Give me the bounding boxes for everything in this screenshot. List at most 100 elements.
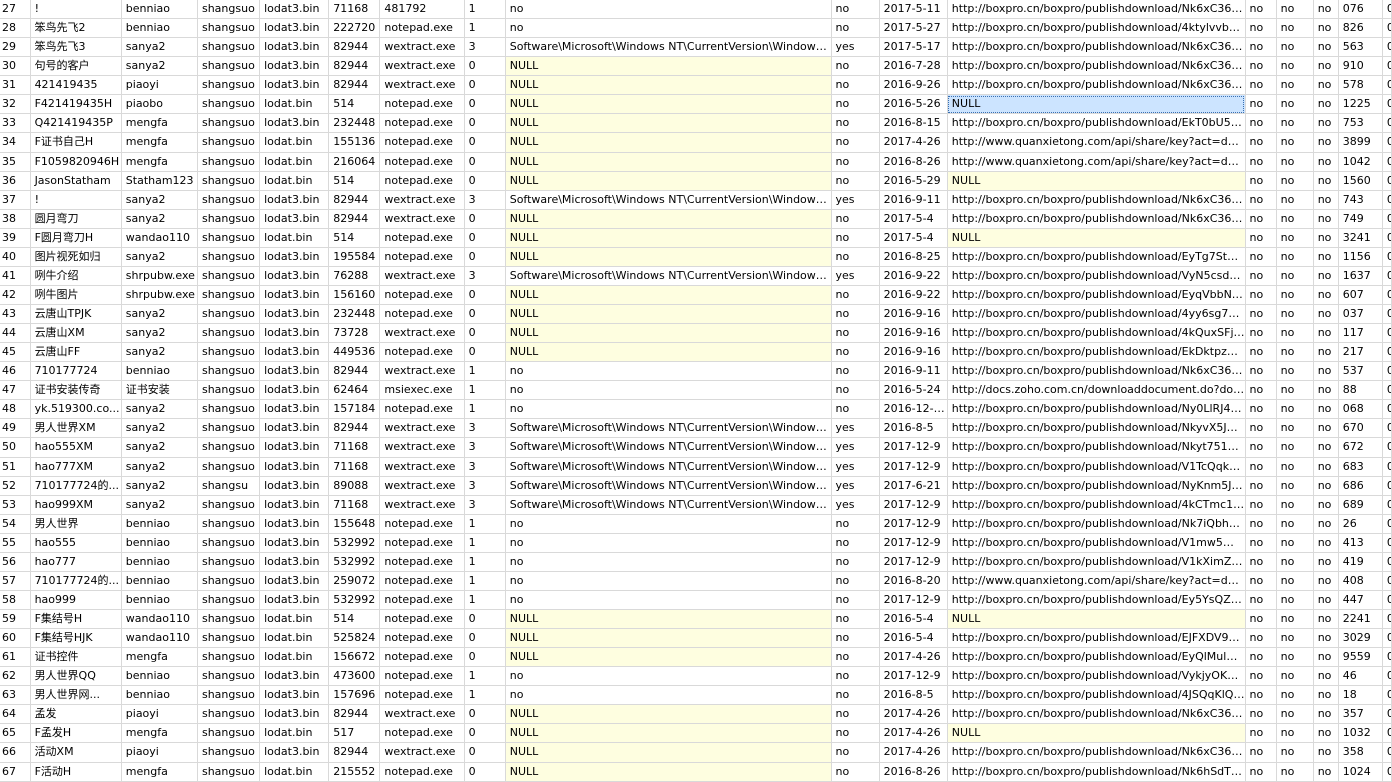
cell-user[interactable]: benniao (121, 18, 198, 39)
cell-extra[interactable]: 0 (1382, 380, 1392, 401)
cell-download-url[interactable]: http://boxpro.cn/boxpro/publishdownload/… (947, 399, 1246, 420)
table-row[interactable]: 56 hao777 benniao shangsuo lodat3.bin 532992 n… (0, 552, 1392, 572)
cell-date[interactable]: 2016-9-16 (879, 304, 948, 325)
cell-opt-c[interactable]: no (1313, 533, 1339, 553)
cell-size[interactable]: 449536 (328, 342, 381, 363)
cell-autorun[interactable]: no (831, 361, 880, 382)
cell-registry-key[interactable]: NULL (505, 152, 832, 172)
cell-autorun[interactable]: yes (831, 457, 880, 477)
cell-registry-key[interactable]: NULL (505, 171, 832, 191)
cell-extra[interactable]: 0 (1382, 247, 1392, 267)
cell-opt-b[interactable]: no (1276, 132, 1314, 153)
cell-count[interactable]: 537 (1338, 361, 1383, 382)
cell-user[interactable]: shrpubw.exe (121, 285, 198, 306)
cell-opt-b[interactable]: no (1276, 514, 1314, 534)
cell-group[interactable]: shangsuo (197, 514, 261, 534)
cell-opt-c[interactable]: no (1313, 437, 1339, 458)
cell-size[interactable]: 62464 (328, 380, 381, 401)
cell-user[interactable]: mengfa (121, 647, 198, 668)
cell-size[interactable]: 215552 (328, 762, 381, 782)
cell-size[interactable]: 82944 (328, 418, 381, 439)
cell-flag[interactable]: 0 (464, 647, 506, 668)
cell-registry-key[interactable]: Software\Microsoft\Windows NT\CurrentVer… (505, 418, 832, 439)
cell-opt-a[interactable]: no (1245, 628, 1277, 649)
cell-process[interactable]: notepad.exe (379, 685, 465, 706)
cell-opt-b[interactable]: no (1276, 247, 1314, 267)
cell-group[interactable]: shangsuo (197, 75, 261, 96)
cell-registry-key[interactable]: no (505, 514, 832, 534)
cell-autorun[interactable]: no (831, 762, 880, 782)
cell-file[interactable]: lodat3.bin (259, 533, 330, 553)
cell-autorun[interactable]: no (831, 399, 880, 420)
cell-process[interactable]: notepad.exe (379, 304, 465, 325)
cell-group[interactable]: shangsuo (197, 323, 261, 344)
cell-date[interactable]: 2016-5-26 (879, 94, 948, 115)
cell-opt-c[interactable]: no (1313, 514, 1339, 534)
cell-user[interactable]: piaoyi (121, 75, 198, 96)
table-row[interactable]: 61 证书控件 mengfa shangsuo lodat.bin 156672 notep… (0, 647, 1392, 668)
cell-count[interactable]: 1560 (1338, 171, 1383, 191)
table-row[interactable]: 54 男人世界 benniao shangsuo lodat3.bin 155648 not… (0, 514, 1392, 534)
cell-autorun[interactable]: no (831, 132, 880, 153)
cell-group[interactable]: shangsuo (197, 609, 261, 630)
table-row[interactable]: 45 云唐山FF sanya2 shangsuo lodat3.bin 449536 not… (0, 342, 1392, 363)
cell-opt-c[interactable]: no (1313, 113, 1339, 134)
table-row[interactable]: 60 F集结号HJK wandao110 shangsuo lodat.bin 52582… (0, 628, 1392, 649)
cell-registry-key[interactable]: NULL (505, 228, 832, 248)
cell-extra[interactable]: 0 (1382, 18, 1392, 39)
cell-name[interactable]: 男人世界QQ (30, 666, 122, 687)
table-row[interactable]: 53 hao999XM sanya2 shangsuo lodat3.bin 71168 w… (0, 495, 1392, 515)
cell-group[interactable]: shangsuo (197, 571, 261, 591)
cell-flag[interactable]: 1 (464, 514, 506, 534)
table-row[interactable]: 63 男人世界网... benniao shangsuo lodat3.bin 15769… (0, 685, 1392, 706)
cell-extra[interactable]: 0 (1382, 457, 1392, 477)
row-header[interactable]: 65 (0, 723, 31, 744)
cell-process[interactable]: notepad.exe (379, 590, 465, 611)
cell-group[interactable]: shangsuo (197, 704, 261, 725)
cell-date[interactable]: 2017-4-26 (879, 704, 948, 725)
cell-registry-key[interactable]: NULL (505, 285, 832, 306)
cell-opt-a[interactable]: no (1245, 37, 1277, 58)
cell-autorun[interactable]: no (831, 628, 880, 649)
cell-download-url[interactable]: http://boxpro.cn/boxpro/publishdownload/… (947, 762, 1246, 782)
row-header[interactable]: 47 (0, 380, 31, 401)
cell-name[interactable]: ! (30, 0, 122, 20)
row-header[interactable]: 45 (0, 342, 31, 363)
row-header[interactable]: 63 (0, 685, 31, 706)
cell-opt-b[interactable]: no (1276, 399, 1314, 420)
cell-date[interactable]: 2017-5-4 (879, 209, 948, 229)
cell-flag[interactable]: 0 (464, 285, 506, 306)
cell-registry-key[interactable]: NULL (505, 342, 832, 363)
cell-opt-c[interactable]: no (1313, 285, 1339, 306)
cell-download-url[interactable]: http://boxpro.cn/boxpro/publishdownload/… (947, 75, 1246, 96)
cell-registry-key[interactable]: no (505, 571, 832, 591)
cell-size[interactable]: 155136 (328, 132, 381, 153)
cell-opt-b[interactable]: no (1276, 647, 1314, 668)
cell-registry-key[interactable]: no (505, 0, 832, 20)
cell-size[interactable]: 82944 (328, 190, 381, 210)
cell-group[interactable]: shangsuo (197, 304, 261, 325)
cell-extra[interactable]: 0 (1382, 171, 1392, 191)
table-row[interactable]: 44 云唐山XM sanya2 shangsuo lodat3.bin 73728 wext… (0, 323, 1392, 344)
cell-download-url[interactable]: http://boxpro.cn/boxpro/publishdownload/… (947, 209, 1246, 229)
cell-opt-c[interactable]: no (1313, 628, 1339, 649)
cell-autorun[interactable]: yes (831, 190, 880, 210)
cell-opt-b[interactable]: no (1276, 75, 1314, 96)
cell-opt-c[interactable]: no (1313, 762, 1339, 782)
cell-count[interactable]: 447 (1338, 590, 1383, 611)
cell-user[interactable]: sanya2 (121, 457, 198, 477)
cell-file[interactable]: lodat.bin (259, 228, 330, 248)
cell-size[interactable]: 71168 (328, 495, 381, 515)
cell-autorun[interactable]: no (831, 209, 880, 229)
cell-opt-b[interactable]: no (1276, 342, 1314, 363)
cell-download-url[interactable]: http://boxpro.cn/boxpro/publishdownload/… (947, 342, 1246, 363)
cell-flag[interactable]: 0 (464, 171, 506, 191)
cell-process[interactable]: wextract.exe (379, 37, 465, 58)
cell-registry-key[interactable]: NULL (505, 723, 832, 744)
cell-download-url[interactable]: http://boxpro.cn/boxpro/publishdownload/… (947, 590, 1246, 611)
cell-group[interactable]: shangsuo (197, 171, 261, 191)
cell-registry-key[interactable]: Software\Microsoft\Windows NT\CurrentVer… (505, 476, 832, 496)
cell-date[interactable]: 2016-9-22 (879, 285, 948, 306)
table-row[interactable]: 47 证书安装传奇 证书安装 shangsuo lodat3.bin 62464 msiex… (0, 380, 1392, 401)
cell-opt-c[interactable]: no (1313, 418, 1339, 439)
